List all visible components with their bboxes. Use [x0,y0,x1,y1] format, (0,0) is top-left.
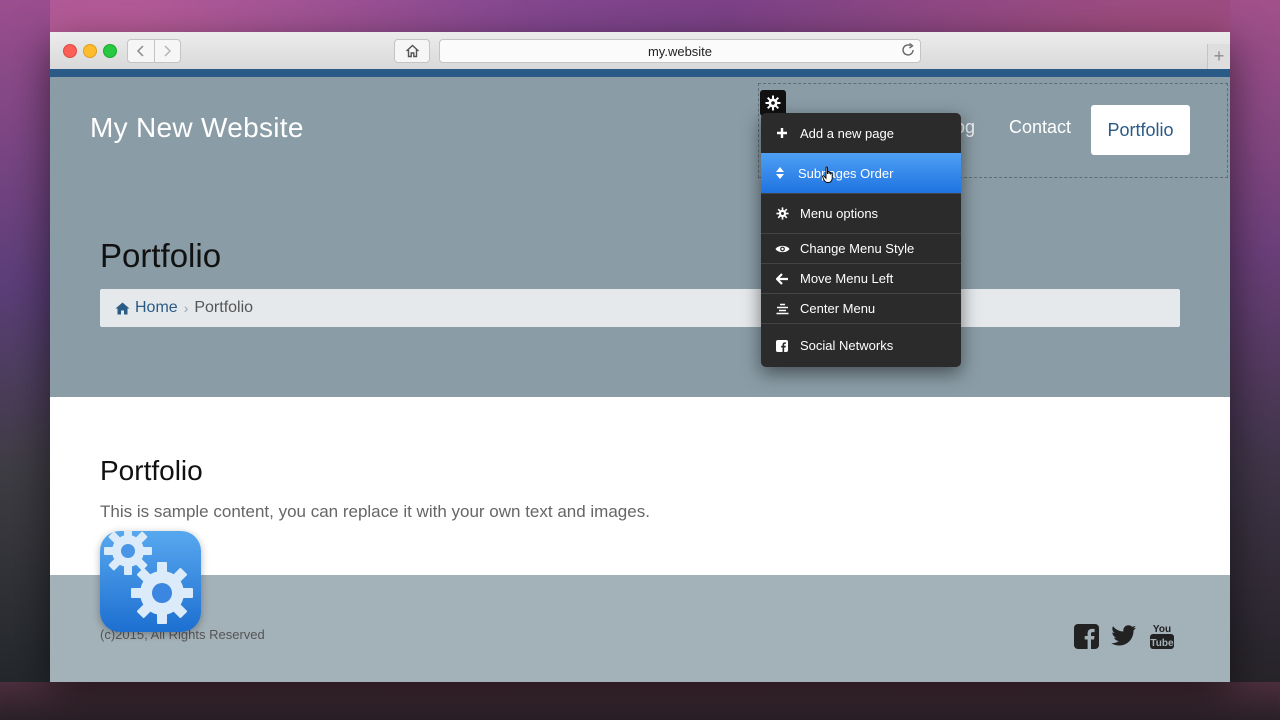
forward-button[interactable] [155,40,181,62]
chevron-left-icon [136,45,144,57]
sort-icon [770,166,790,180]
breadcrumb-home-link[interactable]: Home [115,299,178,317]
facebook-icon [1073,623,1099,649]
nav-item-portfolio-label: Portfolio [1107,119,1174,140]
twitter-link[interactable] [1111,623,1137,649]
site-brand[interactable]: My New Website [90,112,304,144]
menu-item-center-menu[interactable]: Center Menu [761,293,961,323]
nav-item-portfolio[interactable]: Portfolio [1091,105,1190,155]
top-accent-band [50,69,1230,77]
menu-item-label: Change Menu Style [800,241,915,256]
gear-icon [772,207,792,220]
menu-item-label: Center Menu [800,301,876,316]
menu-item-menu-options[interactable]: Menu options [761,193,961,233]
social-links: You Tube [1073,623,1175,649]
desktop-wallpaper-right [1230,0,1280,720]
menu-item-label: Move Menu Left [800,271,894,286]
youtube-you-text: You [1153,624,1171,635]
reload-icon [902,42,914,56]
breadcrumb: Home › Portfolio [100,289,1180,327]
history-buttons [127,39,181,63]
desktop-wallpaper-left [0,0,50,720]
website: My New Website og Contact Portfolio Port… [50,69,1230,682]
hero-section: My New Website og Contact Portfolio Port… [50,77,1230,397]
menu-item-social-networks[interactable]: Social Networks [761,323,961,367]
plus-icon [772,127,792,139]
footer: (c)2015, All Rights Reserved You Tube [50,575,1230,682]
home-button[interactable] [394,39,430,63]
facebook-link[interactable] [1073,623,1099,649]
twitter-icon [1111,625,1136,646]
youtube-link[interactable]: You Tube [1149,623,1175,649]
breadcrumb-current: Portfolio [194,299,254,316]
align-center-icon [772,303,792,315]
menu-item-add-page[interactable]: Add a new page [761,113,961,153]
menu-item-label: Subpages Order [798,165,894,181]
home-icon [115,302,130,314]
content-text: This is sample content, you can replace … [100,502,650,521]
eye-icon [772,244,792,254]
nav-item-contact[interactable]: Contact [1009,117,1071,138]
breadcrumb-home-label: Home [135,299,178,316]
browser-window: my.website + My New Website og Contact P… [50,32,1230,682]
menu-item-label: Menu options [800,206,879,221]
menu-item-label: Add a new page [800,125,894,141]
page-title: Portfolio [100,237,222,274]
youtube-tube-text: Tube [1150,638,1174,649]
home-icon [405,44,419,58]
browser-toolbar: my.website + [50,32,1230,70]
close-window-button[interactable] [63,44,77,58]
menu-item-move-menu-left[interactable]: Move Menu Left [761,263,961,293]
minimize-window-button[interactable] [83,44,97,58]
breadcrumb-separator: › [183,300,189,316]
back-button[interactable] [128,40,155,62]
reload-button[interactable] [900,42,916,58]
desktop-wallpaper-bottom [0,682,1280,720]
content-section: Portfolio This is sample content, you ca… [50,397,1230,575]
content-title: Portfolio [100,455,203,486]
youtube-icon: You Tube [1150,624,1174,649]
menu-options-dropdown: Add a new page Subpages Order Menu optio… [761,113,961,367]
address-text: my.website [647,43,713,59]
app-logo [100,531,201,632]
address-bar[interactable]: my.website [439,39,921,63]
menu-item-label: Social Networks [800,338,894,353]
new-tab-button[interactable]: + [1207,44,1230,69]
gears-icon [104,531,193,624]
fullscreen-window-button[interactable] [103,44,117,58]
gear-icon [765,95,781,111]
menu-item-subpages-order[interactable]: Subpages Order [761,153,961,193]
facebook-icon [772,339,792,352]
menu-item-change-menu-style[interactable]: Change Menu Style [761,233,961,263]
hand-cursor-icon [822,166,833,183]
arrow-left-icon [772,272,792,285]
chevron-right-icon [164,45,172,57]
